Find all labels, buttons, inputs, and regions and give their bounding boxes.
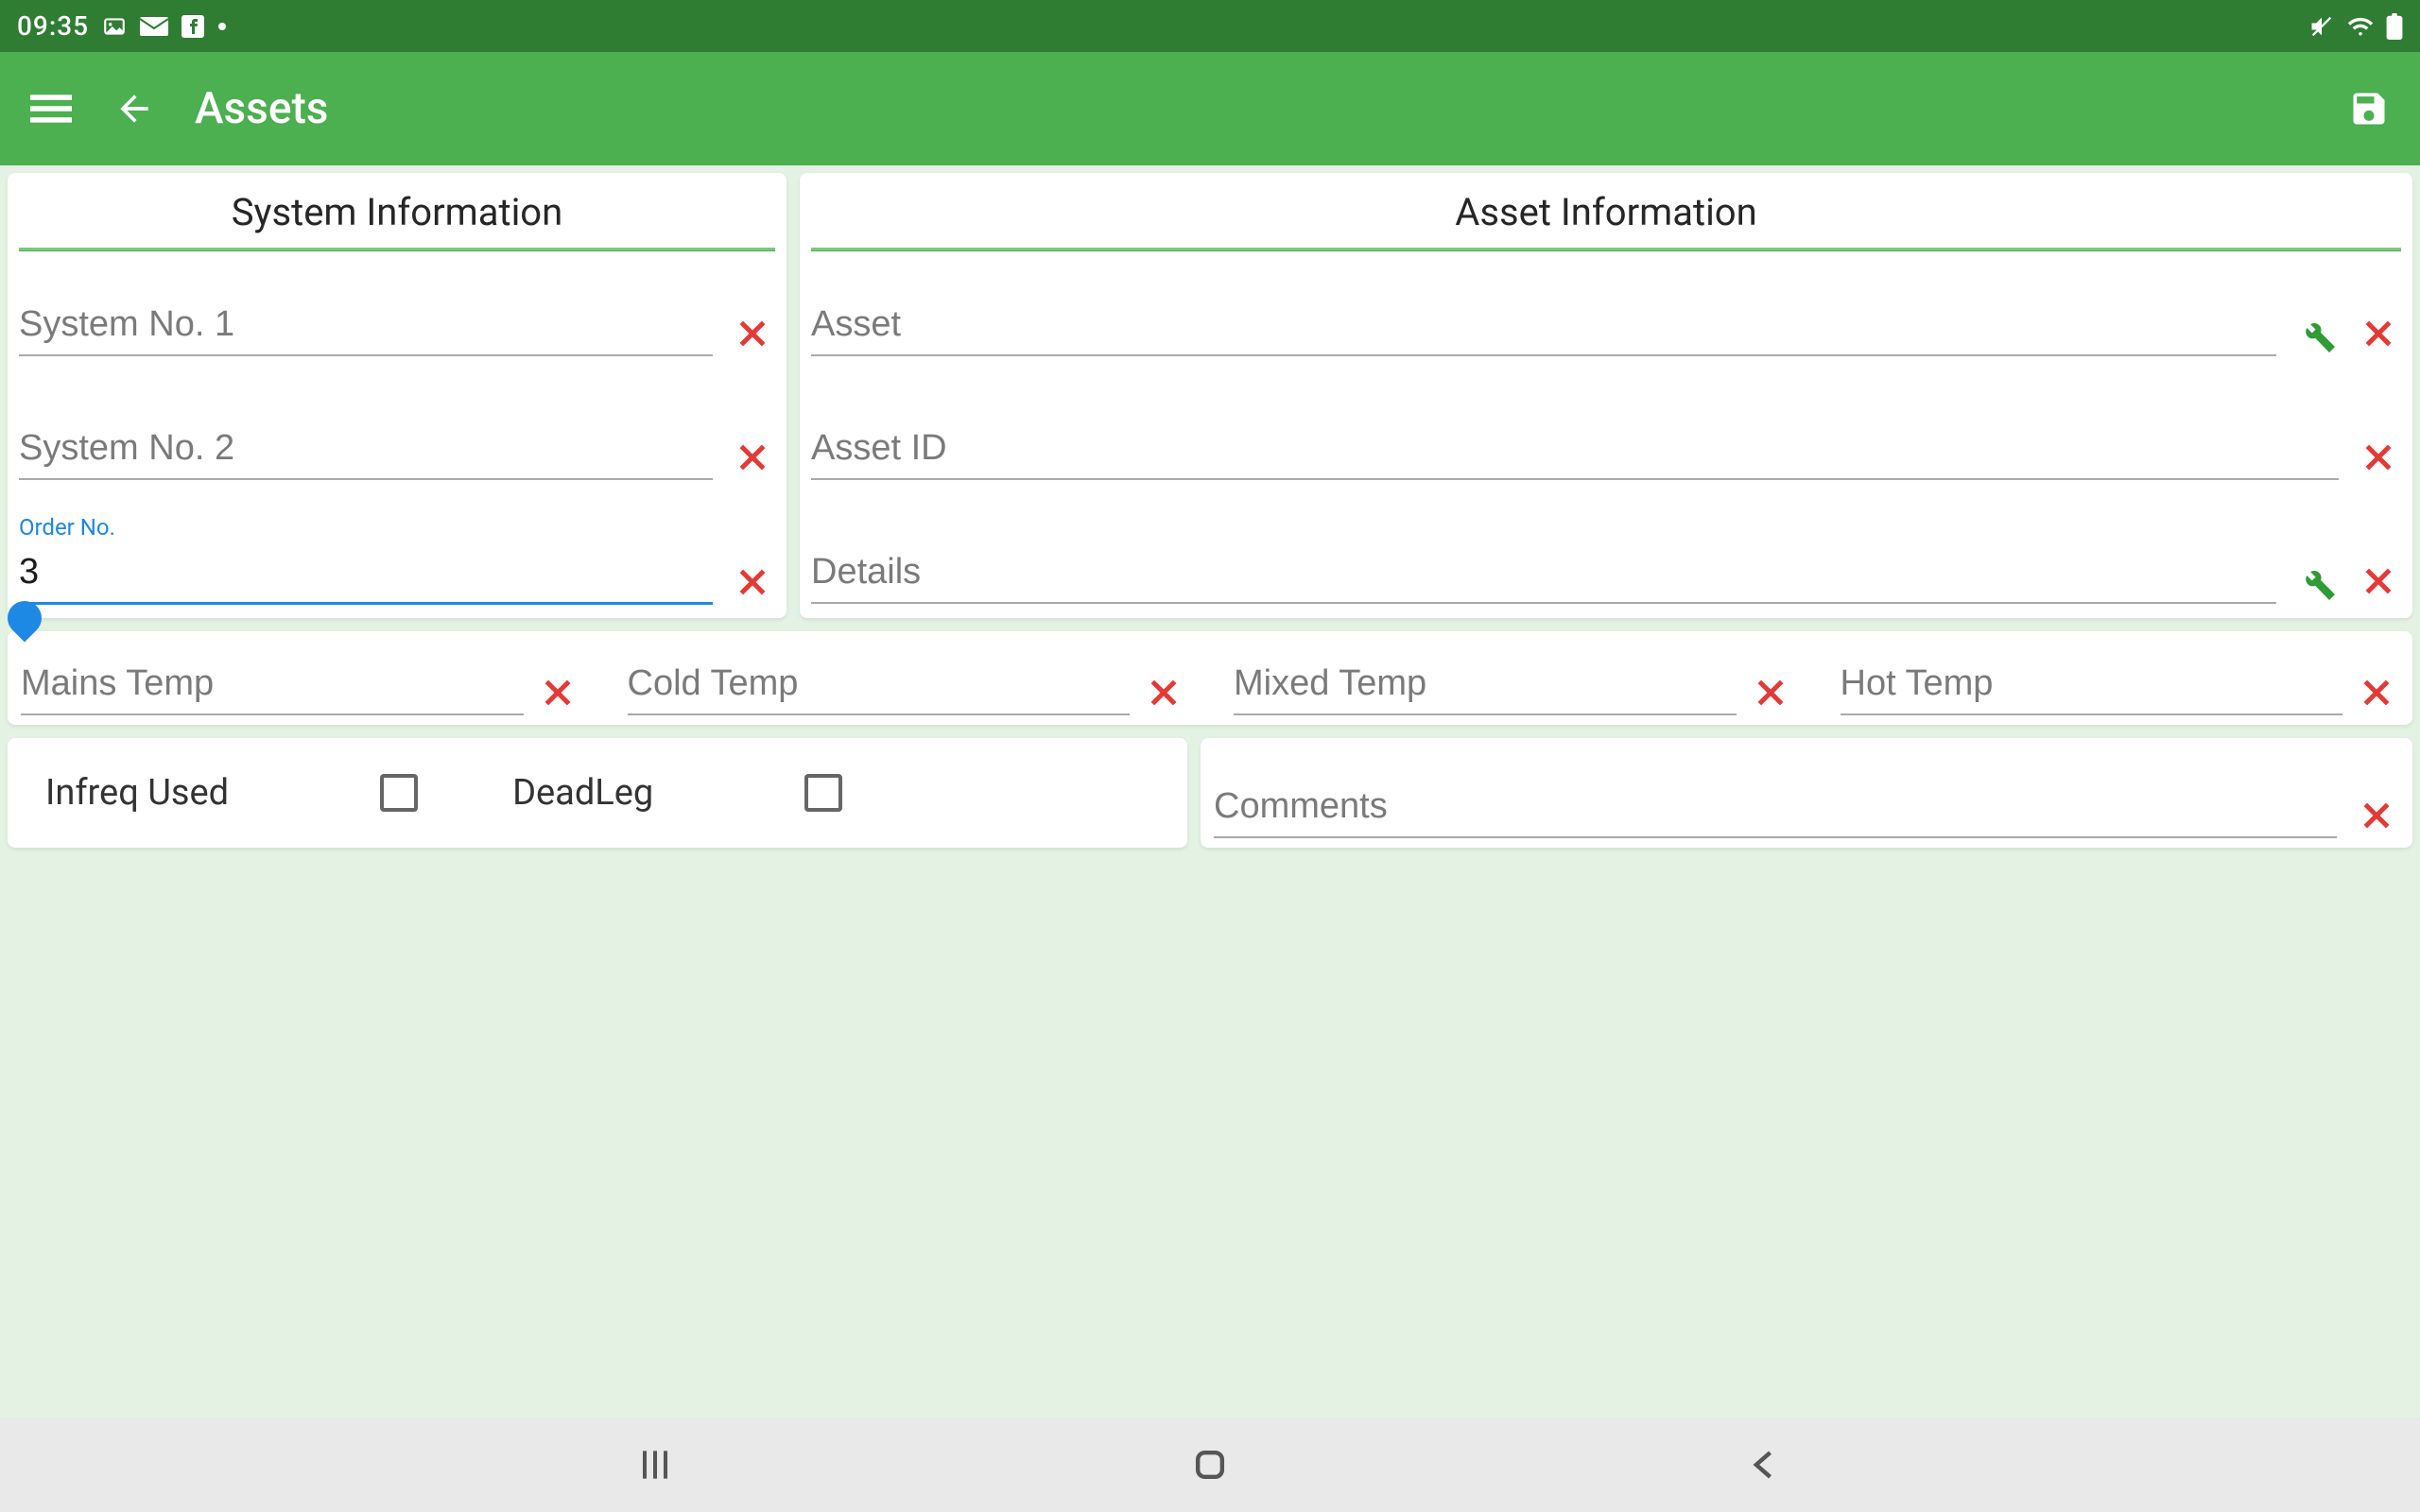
details-config-icon[interactable] [2293,558,2339,604]
content-area: System Information O [0,165,2420,855]
mail-icon [140,17,168,36]
infreq-used-item: Infreq Used [45,772,418,814]
order-no-row: Order No. [19,522,775,610]
nav-recent-icon[interactable] [634,1444,676,1486]
dot-icon [217,22,227,31]
android-status-bar: 09:35 [0,0,2420,52]
nav-home-icon[interactable] [1189,1444,1231,1486]
temperatures-card [8,631,2412,725]
deadleg-label: DeadLeg [512,772,653,814]
cold-temp-field [628,656,1187,715]
clear-system-1-icon[interactable] [730,311,775,356]
hamburger-menu-icon[interactable] [28,86,74,131]
status-left: 09:35 [17,10,227,42]
asset-info-heading: Asset Information [811,180,2401,248]
clear-details-icon[interactable] [2356,558,2401,604]
asset-id-row [811,398,2401,486]
mixed-temp-input[interactable] [1234,656,1737,715]
clear-asset-id-icon[interactable] [2356,435,2401,480]
asset-row [811,274,2401,362]
heading-underline [19,248,775,251]
infreq-used-checkbox[interactable] [380,774,418,812]
hot-temp-field [1841,656,2400,715]
clear-mixed-temp-icon[interactable] [1748,670,1793,715]
image-icon [102,14,127,39]
order-no-input[interactable] [19,544,713,605]
system-info-heading: System Information [19,180,775,248]
cold-temp-input[interactable] [628,656,1131,715]
clear-hot-temp-icon[interactable] [2354,670,2399,715]
clear-cold-temp-icon[interactable] [1141,670,1186,715]
asset-information-card: Asset Information [800,173,2412,618]
comments-input[interactable] [1214,779,2337,838]
clear-mains-temp-icon[interactable] [535,670,580,715]
clear-asset-icon[interactable] [2356,311,2401,356]
details-row [811,522,2401,610]
hot-temp-input[interactable] [1841,656,2343,715]
mains-temp-field [21,656,580,715]
save-icon[interactable] [2346,86,2392,131]
facebook-icon [182,15,204,38]
system-no-1-row [19,274,775,362]
clear-order-no-icon[interactable] [730,559,775,605]
system-no-2-input[interactable] [19,421,713,480]
status-right [2308,13,2403,40]
clear-comments-icon[interactable] [2354,793,2399,838]
asset-id-input[interactable] [811,421,2339,480]
infreq-used-label: Infreq Used [45,772,229,814]
status-clock: 09:35 [17,10,89,42]
asset-input[interactable] [811,297,2276,356]
nav-back-icon[interactable] [1744,1444,1786,1486]
battery-icon [2386,13,2403,40]
wifi-icon [2346,15,2375,38]
asset-config-icon[interactable] [2293,311,2339,356]
deadleg-item: DeadLeg [512,772,842,814]
flags-card: Infreq Used DeadLeg [8,738,1187,848]
comments-card [1201,738,2412,848]
system-information-card: System Information O [8,173,786,618]
back-arrow-icon[interactable] [112,86,157,131]
system-no-1-input[interactable] [19,297,713,356]
mute-icon [2308,13,2335,40]
details-input[interactable] [811,544,2276,604]
heading-underline [811,248,2401,251]
order-no-label: Order No. [19,514,115,541]
mains-temp-input[interactable] [21,656,524,715]
system-no-2-row [19,398,775,486]
page-title: Assets [195,83,328,134]
android-nav-bar [0,1418,2420,1512]
clear-system-2-icon[interactable] [730,435,775,480]
mixed-temp-field [1234,656,1793,715]
app-bar: Assets [0,52,2420,165]
deadleg-checkbox[interactable] [804,774,842,812]
